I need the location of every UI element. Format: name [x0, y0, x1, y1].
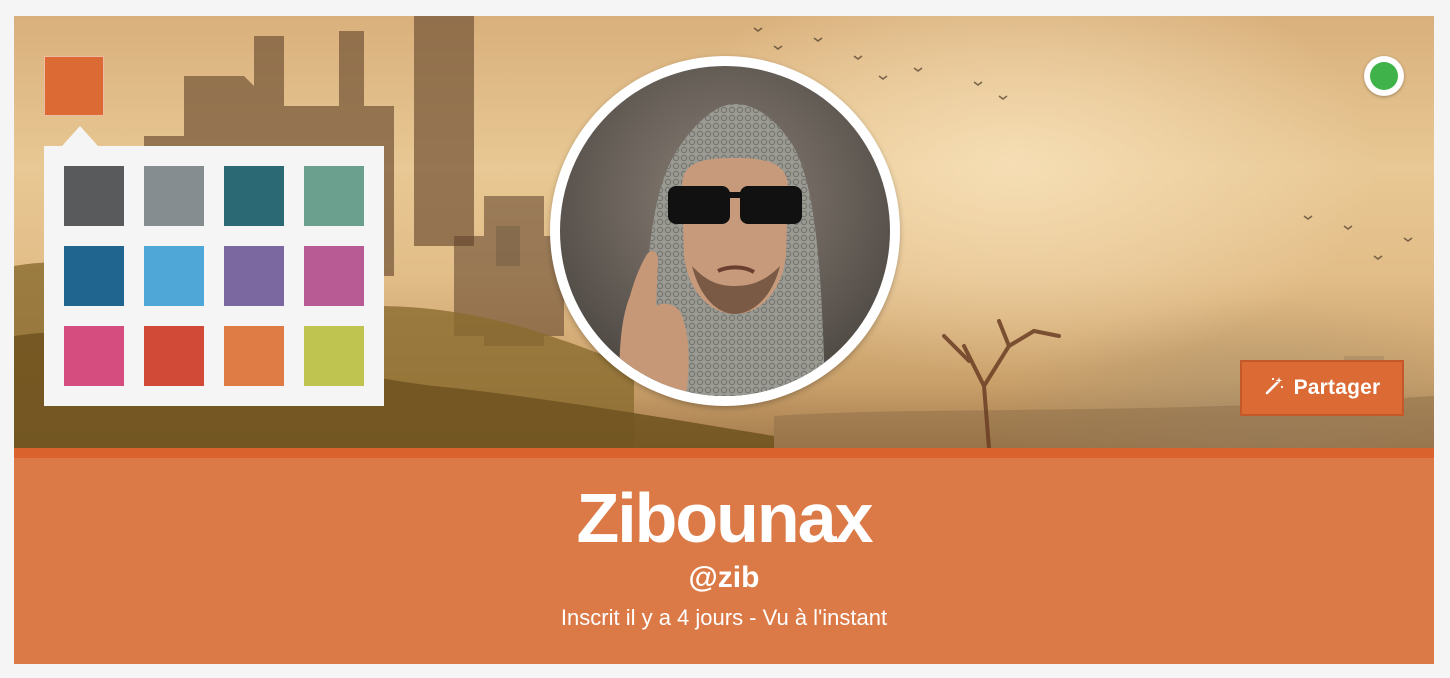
profile-info: Zibounax @zib Inscrit il y a 4 jours - V… [14, 458, 1434, 664]
profile-meta: Inscrit il y a 4 jours - Vu à l'instant [560, 605, 888, 630]
color-swatch[interactable] [224, 166, 284, 226]
color-swatch[interactable] [144, 326, 204, 386]
color-swatch[interactable] [64, 246, 124, 306]
share-button[interactable]: Partager [1240, 360, 1404, 416]
color-swatch[interactable] [304, 166, 364, 226]
share-button-label: Partager [1293, 376, 1381, 399]
color-swatch[interactable] [304, 246, 364, 306]
profile-card: Partager Zibounax @zib Inscrit il y a 4 … [14, 16, 1434, 664]
color-swatch[interactable] [144, 166, 204, 226]
cover-image: Partager [14, 16, 1434, 448]
color-palette [44, 126, 384, 406]
accent-bar [14, 448, 1434, 458]
avatar-portrait [619, 104, 825, 396]
color-swatch[interactable] [304, 326, 364, 386]
color-picker-toggle[interactable] [44, 56, 104, 116]
avatar[interactable] [550, 56, 900, 406]
color-swatch[interactable] [64, 166, 124, 226]
user-handle: @zib [688, 561, 760, 594]
online-status-indicator [1364, 56, 1404, 96]
magic-wand-icon [1264, 376, 1284, 400]
color-swatch[interactable] [224, 326, 284, 386]
avatar-image [560, 66, 890, 396]
color-swatch[interactable] [64, 326, 124, 386]
display-name: Zibounax [576, 479, 873, 557]
color-swatch[interactable] [224, 246, 284, 306]
color-swatch[interactable] [144, 246, 204, 306]
